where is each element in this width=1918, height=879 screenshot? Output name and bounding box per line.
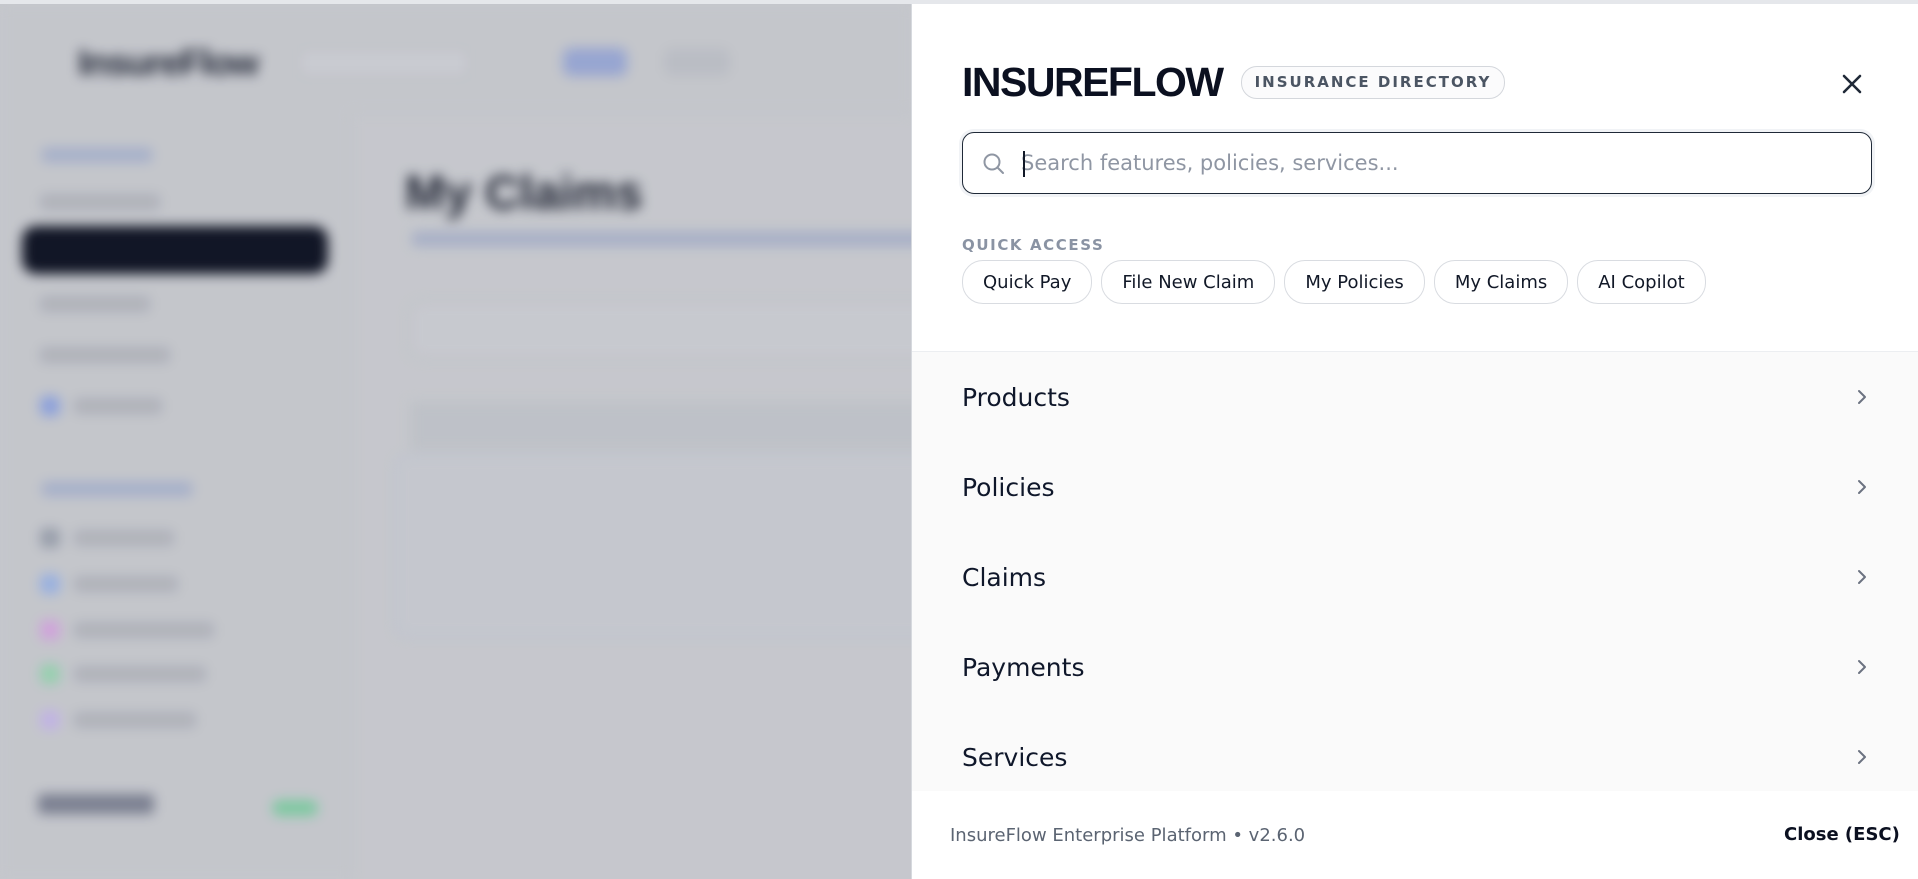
chip-quick-pay[interactable]: Quick Pay	[962, 260, 1093, 304]
nav-label: Policies	[962, 472, 1055, 502]
modal-backdrop[interactable]	[0, 4, 912, 879]
search-icon	[983, 153, 1004, 174]
drawer-footer: InsureFlow Enterprise Platform • v2.6.0 …	[912, 791, 1918, 879]
drawer-header: INSUREFLOW INSURANCE DIRECTORY	[962, 59, 1506, 105]
chevron-right-icon	[1858, 570, 1866, 584]
close-esc-button[interactable]: Close (ESC)	[1784, 824, 1900, 845]
nav-item-services[interactable]: Services	[912, 712, 1918, 802]
nav-label: Products	[962, 382, 1070, 412]
top-border	[0, 0, 1918, 4]
nav-label: Services	[962, 742, 1068, 772]
chevron-right-icon	[1858, 390, 1866, 404]
quick-access-label: QUICK ACCESS	[962, 236, 1105, 254]
nav-item-policies[interactable]: Policies	[912, 442, 1918, 532]
directory-nav: Products Policies Claims Payments Servic…	[912, 351, 1918, 792]
nav-label: Payments	[962, 652, 1085, 682]
directory-drawer: INSUREFLOW INSURANCE DIRECTORY QUICK ACC…	[911, 4, 1918, 879]
nav-item-payments[interactable]: Payments	[912, 622, 1918, 712]
text-cursor	[1023, 151, 1025, 177]
chevron-right-icon	[1858, 480, 1866, 494]
search-input[interactable]	[1021, 143, 1851, 183]
close-icon[interactable]	[1832, 64, 1872, 104]
nav-label: Claims	[962, 562, 1047, 592]
nav-item-claims[interactable]: Claims	[912, 532, 1918, 622]
chip-my-claims[interactable]: My Claims	[1433, 260, 1569, 304]
chevron-right-icon	[1858, 660, 1866, 674]
platform-version: InsureFlow Enterprise Platform • v2.6.0	[950, 825, 1306, 846]
brand-logo: INSUREFLOW	[962, 59, 1224, 105]
quick-access-chips: Quick Pay File New Claim My Policies My …	[962, 260, 1706, 304]
chip-my-policies[interactable]: My Policies	[1284, 260, 1425, 304]
nav-item-products[interactable]: Products	[912, 352, 1918, 442]
chip-ai-copilot[interactable]: AI Copilot	[1577, 260, 1706, 304]
chip-file-new-claim[interactable]: File New Claim	[1101, 260, 1276, 304]
directory-badge: INSURANCE DIRECTORY	[1240, 66, 1506, 99]
search-field[interactable]	[962, 132, 1872, 194]
chevron-right-icon	[1858, 750, 1866, 764]
